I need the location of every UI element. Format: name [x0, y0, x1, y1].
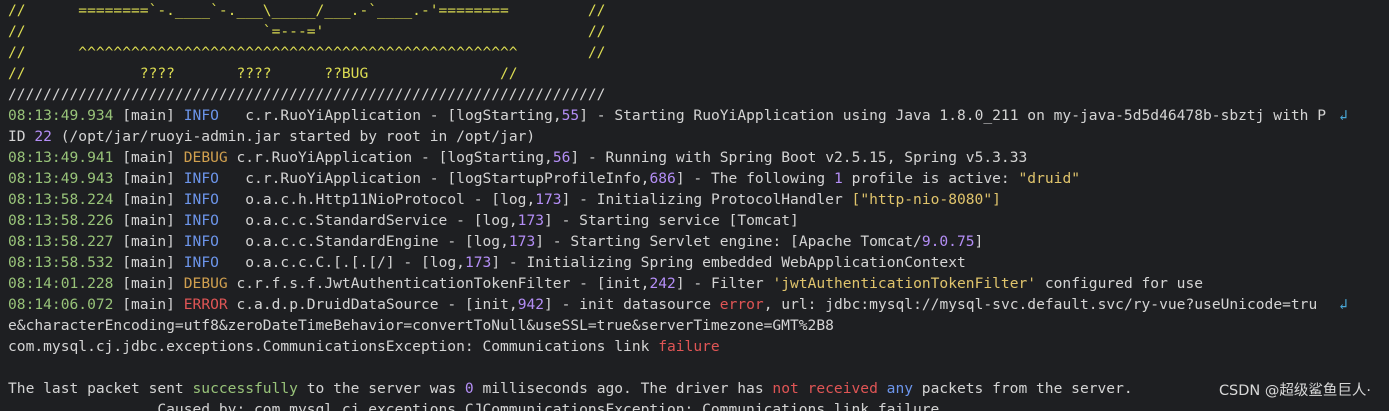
partial-line: Caused by: com.mysql.cj.exceptions.CJCom… — [8, 401, 940, 411]
log-line: 08:13:49.934 [main] INFO c.r.RuoYiApplic… — [8, 107, 1348, 124]
log-line: 08:14:06.072 [main] ERROR c.a.d.p.DruidD… — [8, 296, 1348, 313]
log-line: 08:13:58.226 [main] INFO o.a.c.c.Standar… — [8, 212, 799, 229]
terminal-output: // ========`-.____`-.___\_____/___.-`___… — [8, 0, 1348, 411]
log-line: 08:13:49.943 [main] INFO c.r.RuoYiApplic… — [8, 170, 1081, 187]
line-wrap-icon: ↲ — [1339, 296, 1348, 313]
log-line: 08:14:01.228 [main] DEBUG c.r.f.s.f.JwtA… — [8, 275, 1204, 292]
exception-detail: The last packet sent successfully to the… — [8, 380, 1133, 397]
log-line: 08:13:49.941 [main] DEBUG c.r.RuoYiAppli… — [8, 149, 1028, 166]
log-line: 08:13:58.227 [main] INFO o.a.c.c.Standar… — [8, 233, 984, 250]
log-line: 08:13:58.532 [main] INFO o.a.c.c.C.[.[.[… — [8, 254, 966, 271]
exception-line: com.mysql.cj.jdbc.exceptions.Communicati… — [8, 338, 720, 355]
banner-line: // ^^^^^^^^^^^^^^^^^^^^^^^^^^^^^^^^^^^^^… — [8, 44, 606, 61]
banner-line: // `=---=' // — [8, 23, 606, 40]
line-wrap-icon: ↲ — [1339, 107, 1348, 124]
log-line-continuation: ID 22 (/opt/jar/ruoyi-admin.jar started … — [8, 128, 536, 145]
csdn-watermark: CSDN @超级鲨鱼巨人· — [1218, 383, 1371, 399]
banner-line: // ========`-.____`-.___\_____/___.-`___… — [8, 2, 606, 19]
log-line-continuation: e&characterEncoding=utf8&zeroDateTimeBeh… — [8, 317, 834, 334]
log-line: 08:13:58.224 [main] INFO o.a.c.h.Http11N… — [8, 191, 1001, 208]
banner-line: ////////////////////////////////////////… — [8, 86, 606, 103]
banner-line: // ???? ???? ??BUG // — [8, 65, 518, 82]
